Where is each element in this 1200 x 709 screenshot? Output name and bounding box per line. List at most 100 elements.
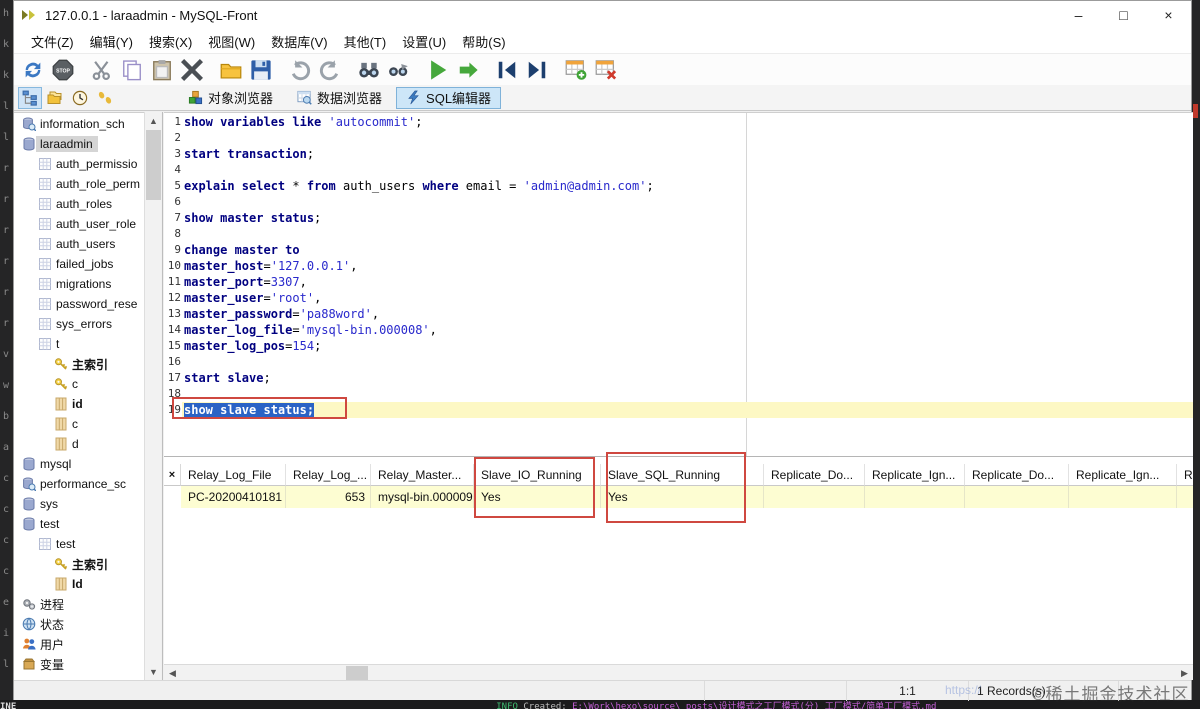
code-line-5[interactable]: 5 explain select * from auth_users where …	[164, 178, 1193, 194]
code-line-14[interactable]: 14 master_log_file='mysql-bin.000008',	[164, 322, 1193, 338]
refresh-button[interactable]	[18, 56, 48, 84]
grid-cell[interactable]	[1069, 486, 1177, 508]
tab-sql-editor[interactable]: SQL编辑器	[396, 86, 502, 109]
code-line-4[interactable]: 4	[164, 162, 1193, 178]
result-close-button[interactable]: ×	[164, 464, 181, 486]
copy-button[interactable]	[117, 56, 147, 84]
code-line-9[interactable]: 9 change master to	[164, 242, 1193, 258]
menu-item[interactable]: 帮助(S)	[454, 30, 513, 53]
menu-item[interactable]: 设置(U)	[394, 30, 454, 53]
tree-item-mysql[interactable]: mysql	[22, 454, 76, 474]
stop-button[interactable]: STOP	[48, 56, 78, 84]
tree-item-auth_permissio[interactable]: auth_permissio	[38, 154, 142, 174]
undo-button[interactable]	[285, 56, 315, 84]
tab-data-browser[interactable]: 数据浏览器	[287, 87, 392, 109]
tree-item-状态[interactable]: 状态	[22, 614, 69, 634]
code-line-15[interactable]: 15 master_log_pos=154;	[164, 338, 1193, 354]
tree-item-auth_user_role[interactable]: auth_user_role	[38, 214, 141, 234]
grid-header-Re[interactable]: Re	[1177, 464, 1193, 486]
menu-item[interactable]: 搜索(X)	[141, 30, 200, 53]
code-line-2[interactable]: 2	[164, 130, 1193, 146]
tree-item-t[interactable]: t	[38, 334, 64, 354]
scroll-right-arrow[interactable]: ▶	[1176, 665, 1193, 681]
tree-item-用户[interactable]: 用户	[22, 634, 69, 654]
grid-header-Relay_Log_...[interactable]: Relay_Log_...	[286, 464, 371, 486]
code-line-11[interactable]: 11 master_port=3307,	[164, 274, 1193, 290]
grid-header-Relay_Master...[interactable]: Relay_Master...	[371, 464, 474, 486]
clock-button[interactable]	[68, 87, 92, 109]
tree-item-auth_users[interactable]: auth_users	[38, 234, 120, 254]
code-line-16[interactable]: 16	[164, 354, 1193, 370]
tree-item-主索引[interactable]: 主索引	[54, 354, 113, 374]
tree-item-test[interactable]: test	[38, 534, 80, 554]
grid-header-Slave_SQL_Running[interactable]: Slave_SQL_Running	[601, 464, 764, 486]
redo-button[interactable]	[315, 56, 345, 84]
scroll-up-arrow[interactable]: ▲	[145, 112, 162, 129]
save-button[interactable]	[246, 56, 276, 84]
tree-item-进程[interactable]: 进程	[22, 594, 69, 614]
grid-cell[interactable]	[965, 486, 1069, 508]
maximize-button[interactable]: □	[1101, 1, 1146, 29]
open-folder-button[interactable]	[216, 56, 246, 84]
tree-item-c[interactable]: c	[54, 414, 83, 434]
grid-cell[interactable]: Yes	[474, 486, 601, 508]
menu-item[interactable]: 数据库(V)	[263, 30, 335, 53]
tab-object-browser[interactable]: 对象浏览器	[178, 87, 283, 109]
code-line-6[interactable]: 6	[164, 194, 1193, 210]
grid-cell[interactable]	[764, 486, 865, 508]
tree-scrollbar[interactable]: ▲ ▼	[144, 112, 161, 680]
tree-view-button[interactable]	[18, 86, 42, 109]
find-button[interactable]	[354, 56, 384, 84]
tree-item-performance_sc[interactable]: performance_sc	[22, 474, 131, 494]
code-line-12[interactable]: 12 master_user='root',	[164, 290, 1193, 306]
scroll-down-arrow[interactable]: ▼	[145, 663, 162, 680]
tree-item-auth_role_perm[interactable]: auth_role_perm	[38, 174, 145, 194]
scroll-thumb[interactable]	[146, 130, 161, 200]
tree-item-d[interactable]: d	[54, 434, 84, 454]
tree-item-auth_roles[interactable]: auth_roles	[38, 194, 117, 214]
cut-button[interactable]	[87, 56, 117, 84]
code-line-3[interactable]: 3 start transaction;	[164, 146, 1193, 162]
insert-record-button[interactable]	[561, 56, 591, 84]
delete-record-button[interactable]	[591, 56, 621, 84]
menu-item[interactable]: 编辑(Y)	[82, 30, 141, 53]
tree-item-laraadmin[interactable]: laraadmin	[22, 134, 98, 154]
grid-header-Replicate_Ign...[interactable]: Replicate_Ign...	[865, 464, 965, 486]
tree-item-information_sch[interactable]: information_sch	[22, 114, 130, 134]
code-line-17[interactable]: 17 start slave;	[164, 370, 1193, 386]
code-line-10[interactable]: 10 master_host='127.0.0.1',	[164, 258, 1193, 274]
grid-cell[interactable]	[865, 486, 965, 508]
grid-horizontal-scrollbar[interactable]: ◀ ▶	[164, 664, 1193, 680]
grid-header-Replicate_Do...[interactable]: Replicate_Do...	[965, 464, 1069, 486]
menu-item[interactable]: 文件(Z)	[23, 30, 82, 53]
scroll-thumb-horizontal[interactable]	[346, 666, 368, 680]
tree-item-变量[interactable]: 变量	[22, 654, 69, 674]
first-record-button[interactable]	[492, 56, 522, 84]
scroll-left-arrow[interactable]: ◀	[164, 665, 181, 681]
grid-cell[interactable]: mysql-bin.000009	[371, 486, 474, 508]
last-record-button[interactable]	[522, 56, 552, 84]
menu-item[interactable]: 其他(T)	[336, 30, 395, 53]
code-line-8[interactable]: 8	[164, 226, 1193, 242]
grid-cell[interactable]: PC-20200410181	[181, 486, 286, 508]
grid-header-Slave_IO_Running[interactable]: Slave_IO_Running	[474, 464, 601, 486]
delete-button[interactable]	[177, 56, 207, 84]
code-line-7[interactable]: 7 show master status;	[164, 210, 1193, 226]
run-button[interactable]	[423, 56, 453, 84]
tree-item-migrations[interactable]: migrations	[38, 274, 116, 294]
tree-item-failed_jobs[interactable]: failed_jobs	[38, 254, 118, 274]
menu-item[interactable]: 视图(W)	[200, 30, 263, 53]
titlebar[interactable]: 127.0.0.1 - laraadmin - MySQL-Front – □ …	[14, 1, 1191, 29]
tree-item-Id[interactable]: Id	[54, 574, 88, 594]
tree-item-sys_errors[interactable]: sys_errors	[38, 314, 117, 334]
tree-item-sys[interactable]: sys	[22, 494, 63, 514]
grid-cell[interactable]: Yes	[601, 486, 764, 508]
code-line-18[interactable]: 18	[164, 386, 1193, 402]
tree-item-c[interactable]: c	[54, 374, 83, 394]
sql-editor[interactable]: 1 show variables like 'autocommit'; 2 3 star…	[164, 112, 1193, 456]
grid-cell[interactable]	[1177, 486, 1193, 508]
grid-header-Replicate_Do...[interactable]: Replicate_Do...	[764, 464, 865, 486]
run-current-button[interactable]	[453, 56, 483, 84]
code-line-19[interactable]: 19 show slave status;	[164, 402, 1193, 418]
tree-item-id[interactable]: id	[54, 394, 88, 414]
